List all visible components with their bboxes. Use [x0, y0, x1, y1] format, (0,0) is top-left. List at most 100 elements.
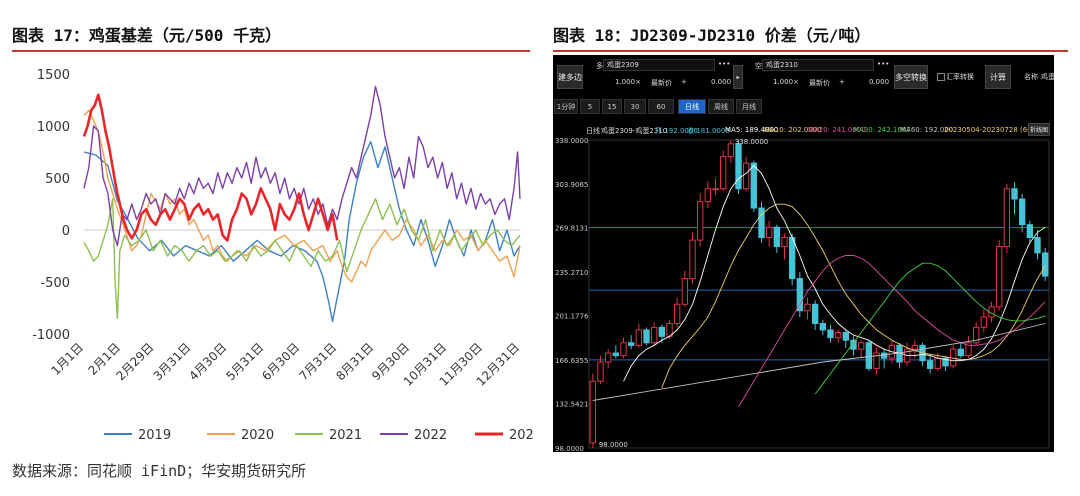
- legend-label-2020: 2020: [241, 428, 274, 443]
- tab-3[interactable]: 30: [624, 99, 646, 114]
- candle-body: [834, 332, 842, 339]
- candle-body: [865, 342, 873, 369]
- y-tick-label: 166.6355: [555, 357, 588, 365]
- x-tick-label: 3月31日: [151, 340, 194, 383]
- data-source: 数据来源：同花顺 iFinD；华安期货研究所: [12, 462, 307, 480]
- max-price-label: 338.0000: [735, 138, 768, 146]
- x-tick-label: 6月30日: [259, 340, 302, 383]
- x-tick-label: 5月31日: [223, 340, 266, 383]
- candle-body: [742, 162, 750, 190]
- tab-5[interactable]: 日线: [678, 99, 706, 114]
- legend-label-2023: 2023: [509, 428, 534, 443]
- candle-body: [597, 361, 604, 382]
- tab-0[interactable]: 1分钟: [554, 99, 578, 114]
- candle-body: [696, 201, 704, 241]
- plot-frame: [588, 139, 1050, 449]
- candle-body: [773, 226, 781, 248]
- candle-body: [1034, 237, 1041, 254]
- candle-body: [735, 143, 742, 190]
- y-tick-label: 303.9065: [555, 181, 588, 189]
- candle-body: [788, 237, 796, 280]
- legend-label-2021: 2021: [329, 428, 362, 443]
- name-label: 名称: [1024, 73, 1038, 81]
- open-position-button[interactable]: 建多边: [557, 65, 583, 89]
- long-short-swap-button[interactable]: 多空转换: [894, 65, 928, 89]
- series-line-2019: [83, 140, 521, 323]
- candle-body: [957, 348, 965, 357]
- left-title-rule: [12, 50, 530, 52]
- leg2-offset[interactable]: 0.000: [869, 78, 889, 86]
- y-tick-label: 1500: [37, 68, 70, 83]
- candle-body: [911, 344, 919, 350]
- candle-body: [627, 342, 635, 346]
- y-tick-label: 1000: [37, 120, 70, 135]
- tab-7[interactable]: 月线: [736, 99, 762, 114]
- leg1-offset[interactable]: 0.000: [711, 78, 731, 86]
- leg2-contract-input[interactable]: 鸡蛋2310: [762, 59, 874, 71]
- series-line-2023: [82, 93, 339, 242]
- left-line-chart: -1000-5000500100015001月1日 2月1日2月29日3月31日4…: [32, 68, 534, 443]
- spread-kline-panel: 建多边 多 鸡蛋2309 ••• 1.000 × 最新价 + 0.000 ▸ 空…: [553, 55, 1054, 452]
- candle-body: [819, 323, 827, 331]
- swap-direction-arrow[interactable]: ▸: [733, 65, 743, 89]
- candle-body: [681, 278, 689, 305]
- y-tick-label: -500: [40, 276, 70, 291]
- left-chart-title: 图表 17：鸡蛋基差（元/500 千克）: [12, 26, 282, 45]
- y-tick-label: 235.2710: [555, 269, 588, 277]
- leg1-more-button[interactable]: •••: [718, 60, 730, 68]
- legend-label-2022: 2022: [414, 428, 447, 443]
- leg1-side: 多: [596, 62, 603, 70]
- candle-body: [796, 278, 804, 312]
- candle-body: [857, 342, 865, 350]
- tab-4[interactable]: 60: [648, 99, 674, 114]
- tab-6[interactable]: 周线: [708, 99, 734, 114]
- y-tick-label: 500: [45, 172, 70, 187]
- candle-body: [934, 357, 942, 369]
- candle-body: [842, 332, 850, 341]
- y-tick-label: 0: [62, 224, 70, 239]
- candle-body: [589, 380, 597, 444]
- leg2-plus: +: [839, 78, 845, 86]
- candle-body: [811, 303, 819, 325]
- leg2-more-button[interactable]: •••: [877, 60, 889, 68]
- candle-body: [1018, 198, 1026, 226]
- legend-label-2019: 2019: [138, 428, 171, 443]
- leg1-contract-input[interactable]: 鸡蛋2309: [603, 59, 715, 71]
- leg1-plus: +: [681, 78, 687, 86]
- leg2-qty[interactable]: 1.000: [773, 78, 793, 86]
- series-line-2022: [83, 85, 521, 247]
- candlestick-chart: 338.0000 303.9065 269.8131 235.2710 201.1776…: [555, 137, 1050, 452]
- rate-checkbox[interactable]: [937, 73, 945, 81]
- rate-convert-label: 汇率转换: [946, 73, 974, 81]
- calculate-button[interactable]: 计算: [985, 65, 1011, 89]
- candle-body: [765, 226, 773, 239]
- y-tick-label: 132.5421: [555, 401, 588, 409]
- leg1-qty[interactable]: 1.000: [615, 78, 635, 86]
- candle-body: [781, 237, 788, 248]
- moving-average-ma30: [814, 262, 1046, 395]
- candle-body: [658, 326, 666, 337]
- candle-body: [804, 303, 811, 312]
- leg2-price-type[interactable]: 最新价: [809, 78, 830, 88]
- candle-body: [612, 352, 620, 357]
- tab-2[interactable]: 15: [602, 99, 622, 114]
- y-tick-label: 201.1776: [555, 313, 589, 321]
- candle-body: [650, 326, 658, 344]
- leg1-price-type[interactable]: 最新价: [651, 78, 672, 88]
- candle-body: [635, 329, 643, 346]
- candle-body: [750, 162, 758, 209]
- x-tick-label: 4月30日: [186, 340, 229, 383]
- tab-1[interactable]: 5: [580, 99, 600, 114]
- right-title-rule: [553, 50, 1068, 52]
- x-tick-label: 7月31日: [296, 340, 339, 383]
- y-tick-label: 269.8131: [555, 225, 588, 233]
- candle-body: [827, 329, 834, 339]
- candle-body: [604, 352, 612, 363]
- candle-body: [926, 360, 934, 369]
- candle-body: [1003, 188, 1011, 248]
- leg2-multiply: ×: [793, 78, 799, 86]
- candle-body: [727, 143, 735, 158]
- candle-body: [712, 188, 719, 191]
- candle-body: [1011, 188, 1018, 200]
- x-tick-label: 2月29日: [114, 340, 157, 383]
